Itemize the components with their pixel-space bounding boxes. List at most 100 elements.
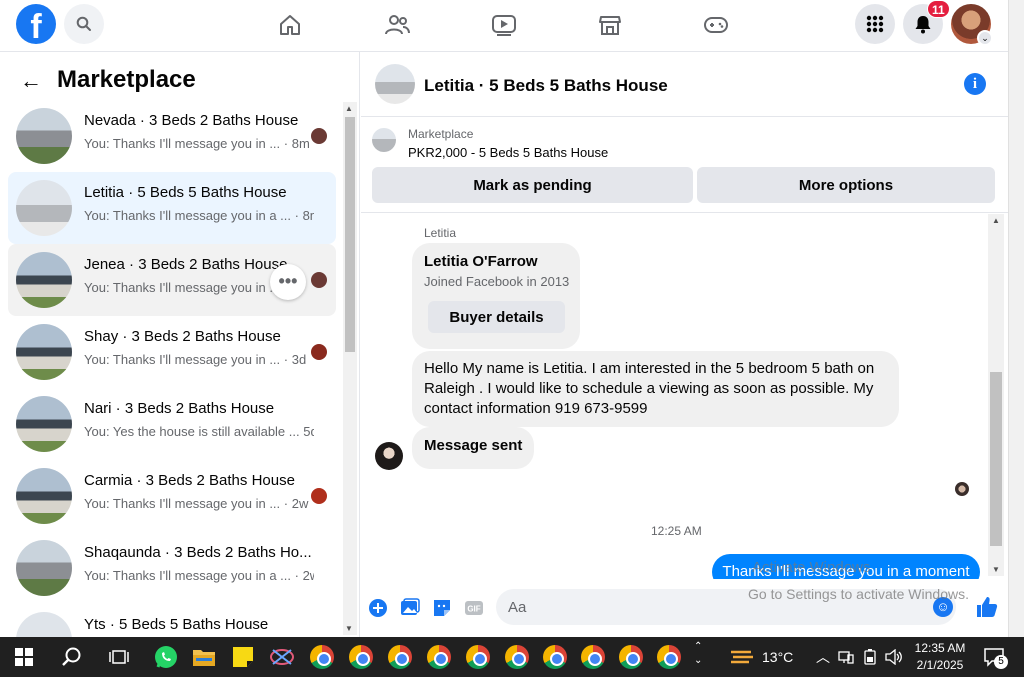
info-icon[interactable]: i bbox=[964, 73, 986, 95]
listing-thumbnail bbox=[16, 324, 72, 380]
nav-friends[interactable] bbox=[377, 8, 417, 42]
nav-home[interactable] bbox=[270, 8, 310, 42]
chrome-taskbar-app[interactable] bbox=[655, 643, 683, 671]
whatsapp-taskbar-app[interactable] bbox=[152, 643, 180, 671]
read-receipt-avatar bbox=[955, 482, 969, 496]
weather-widget-icon[interactable] bbox=[728, 643, 756, 671]
seen-avatar bbox=[311, 272, 327, 288]
mark-as-pending-button[interactable]: Mark as pending bbox=[372, 167, 693, 203]
page-title: Marketplace bbox=[57, 66, 196, 93]
conversation-preview: You: Thanks I'll message you in a ... · … bbox=[84, 568, 314, 583]
scroll-down-icon[interactable]: ▼ bbox=[992, 565, 1000, 574]
listing-thumbnail bbox=[16, 180, 72, 236]
conversation-title: Nevada · 3 Beds 2 Baths House bbox=[84, 112, 299, 129]
weather-icon bbox=[731, 650, 753, 664]
nav-gaming[interactable] bbox=[696, 8, 736, 42]
taskbar-overflow-chevrons[interactable]: ⌃ ⌄ bbox=[694, 640, 702, 668]
sidebar-scrollbar[interactable]: ▲ ▼ bbox=[343, 102, 357, 635]
scrollbar-thumb[interactable] bbox=[990, 372, 1002, 546]
chrome-taskbar-app[interactable] bbox=[541, 643, 569, 671]
start-button[interactable] bbox=[10, 643, 38, 671]
clock-date: 2/1/2025 bbox=[916, 658, 964, 672]
chrome-icon bbox=[349, 645, 373, 669]
task-view-button[interactable] bbox=[105, 643, 133, 671]
thread-scrollbar[interactable]: ▲ ▼ bbox=[988, 214, 1004, 576]
sender-avatar[interactable] bbox=[375, 442, 403, 470]
plus-icon[interactable] bbox=[368, 598, 388, 618]
listing-thumbnail bbox=[16, 108, 72, 164]
chrome-taskbar-app[interactable] bbox=[347, 643, 375, 671]
conversation-title: Shaqaunda · 3 Beds 2 Baths Ho... bbox=[84, 544, 312, 561]
seen-avatar bbox=[311, 488, 327, 504]
seen-avatar bbox=[311, 344, 327, 360]
sender-name: Letitia bbox=[424, 226, 457, 240]
sticky-notes-taskbar-app[interactable] bbox=[229, 643, 257, 671]
conversation-item[interactable]: Carmia · 3 Beds 2 Baths House You: Thank… bbox=[8, 460, 336, 532]
battery-icon[interactable] bbox=[860, 643, 880, 671]
listing-thumbnail bbox=[16, 612, 72, 637]
taskbar-search-button[interactable] bbox=[58, 643, 86, 671]
chrome-icon bbox=[543, 645, 567, 669]
scrollbar-thumb[interactable] bbox=[345, 117, 355, 352]
sticky-note-icon bbox=[233, 647, 253, 667]
volume-icon[interactable] bbox=[884, 643, 904, 671]
conversation-item-active[interactable]: Letitia · 5 Beds 5 Baths House You: Than… bbox=[8, 172, 336, 244]
chrome-taskbar-app[interactable] bbox=[617, 643, 645, 671]
conversation-item[interactable]: Shay · 3 Beds 2 Baths House You: Thanks … bbox=[8, 316, 336, 388]
listing-thumbnail bbox=[16, 396, 72, 452]
search-button[interactable] bbox=[64, 4, 104, 44]
taskbar-clock[interactable]: 12:35 AM 2/1/2025 bbox=[905, 640, 975, 674]
chrome-taskbar-app[interactable] bbox=[464, 643, 492, 671]
chrome-taskbar-app[interactable] bbox=[308, 643, 336, 671]
image-icon[interactable] bbox=[400, 598, 420, 618]
whatsapp-icon bbox=[155, 646, 177, 668]
listing-thumbnail[interactable] bbox=[372, 128, 396, 152]
folder-icon bbox=[193, 650, 215, 666]
facebook-logo[interactable]: f bbox=[16, 4, 56, 44]
windows-logo-icon bbox=[15, 648, 33, 666]
thumbs-up-icon[interactable] bbox=[975, 595, 999, 619]
chrome-taskbar-app[interactable] bbox=[425, 643, 453, 671]
page-scrollbar[interactable] bbox=[1008, 0, 1024, 637]
chrome-icon bbox=[427, 645, 451, 669]
weather-temperature[interactable]: 13°C bbox=[762, 649, 793, 665]
snipping-tool-taskbar-app[interactable] bbox=[268, 643, 296, 671]
chevron-up-icon[interactable]: ︿ bbox=[816, 647, 830, 667]
buyer-name: Letitia O'Farrow bbox=[424, 253, 538, 270]
conversation-title[interactable]: Letitia · 5 Beds 5 Baths House bbox=[424, 76, 668, 96]
gif-icon[interactable]: GIF bbox=[464, 598, 484, 618]
chrome-taskbar-app[interactable] bbox=[386, 643, 414, 671]
svg-text:GIF: GIF bbox=[467, 605, 480, 614]
chrome-taskbar-app[interactable] bbox=[579, 643, 607, 671]
conversation-item[interactable]: Nari · 3 Beds 2 Baths House You: Yes the… bbox=[8, 388, 336, 460]
nav-watch[interactable] bbox=[484, 8, 524, 42]
listing-price[interactable]: PKR2,000 - 5 Beds 5 Baths House bbox=[408, 145, 608, 160]
conversation-title: Shay · 3 Beds 2 Baths House bbox=[84, 328, 281, 345]
chrome-icon bbox=[466, 645, 490, 669]
back-arrow-icon[interactable]: ← bbox=[20, 68, 42, 94]
chrome-icon bbox=[388, 645, 412, 669]
conversation-title: Carmia · 3 Beds 2 Baths House bbox=[84, 472, 295, 489]
conversation-item[interactable]: Yts · 5 Beds 5 Baths House bbox=[8, 604, 336, 637]
conversation-item[interactable]: Jenea · 3 Beds 2 Baths House You: Thanks… bbox=[8, 244, 336, 316]
conversation-item[interactable]: Nevada · 3 Beds 2 Baths House You: Thank… bbox=[8, 100, 336, 172]
conversation-title: Nari · 3 Beds 2 Baths House bbox=[84, 400, 275, 417]
nav-marketplace[interactable] bbox=[590, 8, 630, 42]
more-options-button[interactable]: More options bbox=[697, 167, 995, 203]
more-options-icon[interactable]: ••• bbox=[270, 264, 306, 300]
buyer-joined-date: Joined Facebook in 2013 bbox=[424, 274, 570, 289]
listing-thumbnail[interactable] bbox=[375, 64, 415, 104]
scroll-up-icon[interactable]: ▲ bbox=[992, 216, 1000, 225]
menu-button[interactable] bbox=[855, 4, 895, 44]
sticker-icon[interactable] bbox=[432, 598, 452, 618]
file-explorer-taskbar-app[interactable] bbox=[190, 643, 218, 671]
chrome-icon bbox=[310, 645, 334, 669]
chevron-down-icon[interactable]: ⌄ bbox=[977, 30, 993, 46]
network-icon[interactable] bbox=[836, 643, 856, 671]
conversation-title: Letitia · 5 Beds 5 Baths House bbox=[84, 184, 287, 201]
scroll-up-icon[interactable]: ▲ bbox=[345, 104, 353, 113]
chrome-taskbar-app[interactable] bbox=[503, 643, 531, 671]
scroll-down-icon[interactable]: ▼ bbox=[345, 624, 353, 633]
buyer-details-button[interactable]: Buyer details bbox=[428, 301, 565, 333]
conversation-item[interactable]: Shaqaunda · 3 Beds 2 Baths Ho... You: Th… bbox=[8, 532, 336, 604]
